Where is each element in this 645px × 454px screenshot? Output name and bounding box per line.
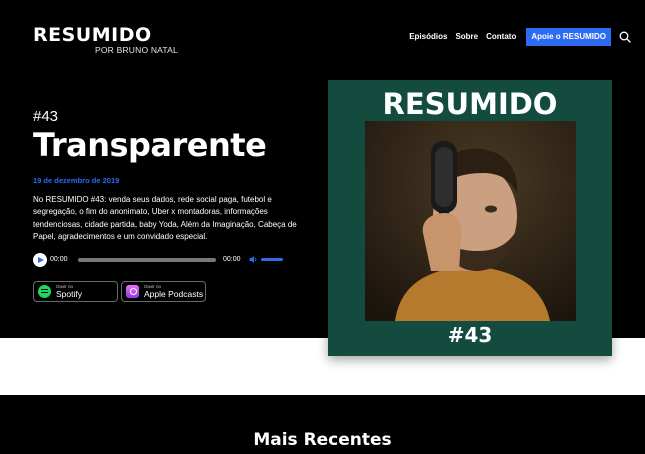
- audio-player: 00:00 00:00: [33, 252, 293, 268]
- progress-bar[interactable]: [78, 258, 216, 262]
- volume-icon[interactable]: [249, 255, 258, 264]
- volume-slider[interactable]: [261, 258, 283, 261]
- cover-episode-number: #43: [447, 323, 493, 347]
- episode-cover-art: RESUMIDO #43: [328, 80, 612, 356]
- main-nav: Episódios Sobre Contato Apoie o RESUMIDO: [409, 28, 631, 46]
- play-icon[interactable]: [33, 253, 47, 267]
- spotify-badge-text: Ouvir no Spotify: [56, 284, 82, 299]
- nav-link-episodios[interactable]: Episódios: [409, 28, 447, 46]
- search-icon[interactable]: [619, 31, 631, 43]
- site-logo[interactable]: RESUMIDO POR BRUNO NATAL: [33, 24, 178, 55]
- logo-title: RESUMIDO: [33, 24, 152, 46]
- nav-link-sobre[interactable]: Sobre: [455, 28, 478, 46]
- support-button[interactable]: Apoie o RESUMIDO: [526, 28, 611, 46]
- episode-date: 19 de dezembro de 2019: [33, 176, 120, 185]
- apple-podcasts-icon: [126, 285, 139, 298]
- duration-time: 00:00: [223, 256, 241, 263]
- apple-badge-label: Apple Podcasts: [144, 289, 204, 299]
- apple-badge-text: Ouvir no Apple Podcasts: [144, 284, 204, 299]
- episode-description: No RESUMIDO #43: venda seus dados, rede …: [33, 195, 297, 242]
- episode-number: #43: [33, 108, 59, 125]
- episode-title: Transparente: [33, 126, 267, 164]
- current-time: 00:00: [50, 256, 68, 263]
- nav-link-contato[interactable]: Contato: [486, 28, 516, 46]
- cover-title: RESUMIDO: [382, 87, 558, 121]
- apple-podcasts-badge[interactable]: Ouvir no Apple Podcasts: [121, 281, 206, 302]
- cover-photo: [365, 121, 576, 321]
- spotify-badge-label: Spotify: [56, 289, 82, 299]
- section-title-recent: Mais Recentes: [253, 430, 392, 450]
- spotify-badge[interactable]: Ouvir no Spotify: [33, 281, 118, 302]
- logo-subtitle: POR BRUNO NATAL: [95, 45, 178, 55]
- spotify-icon: [38, 285, 51, 298]
